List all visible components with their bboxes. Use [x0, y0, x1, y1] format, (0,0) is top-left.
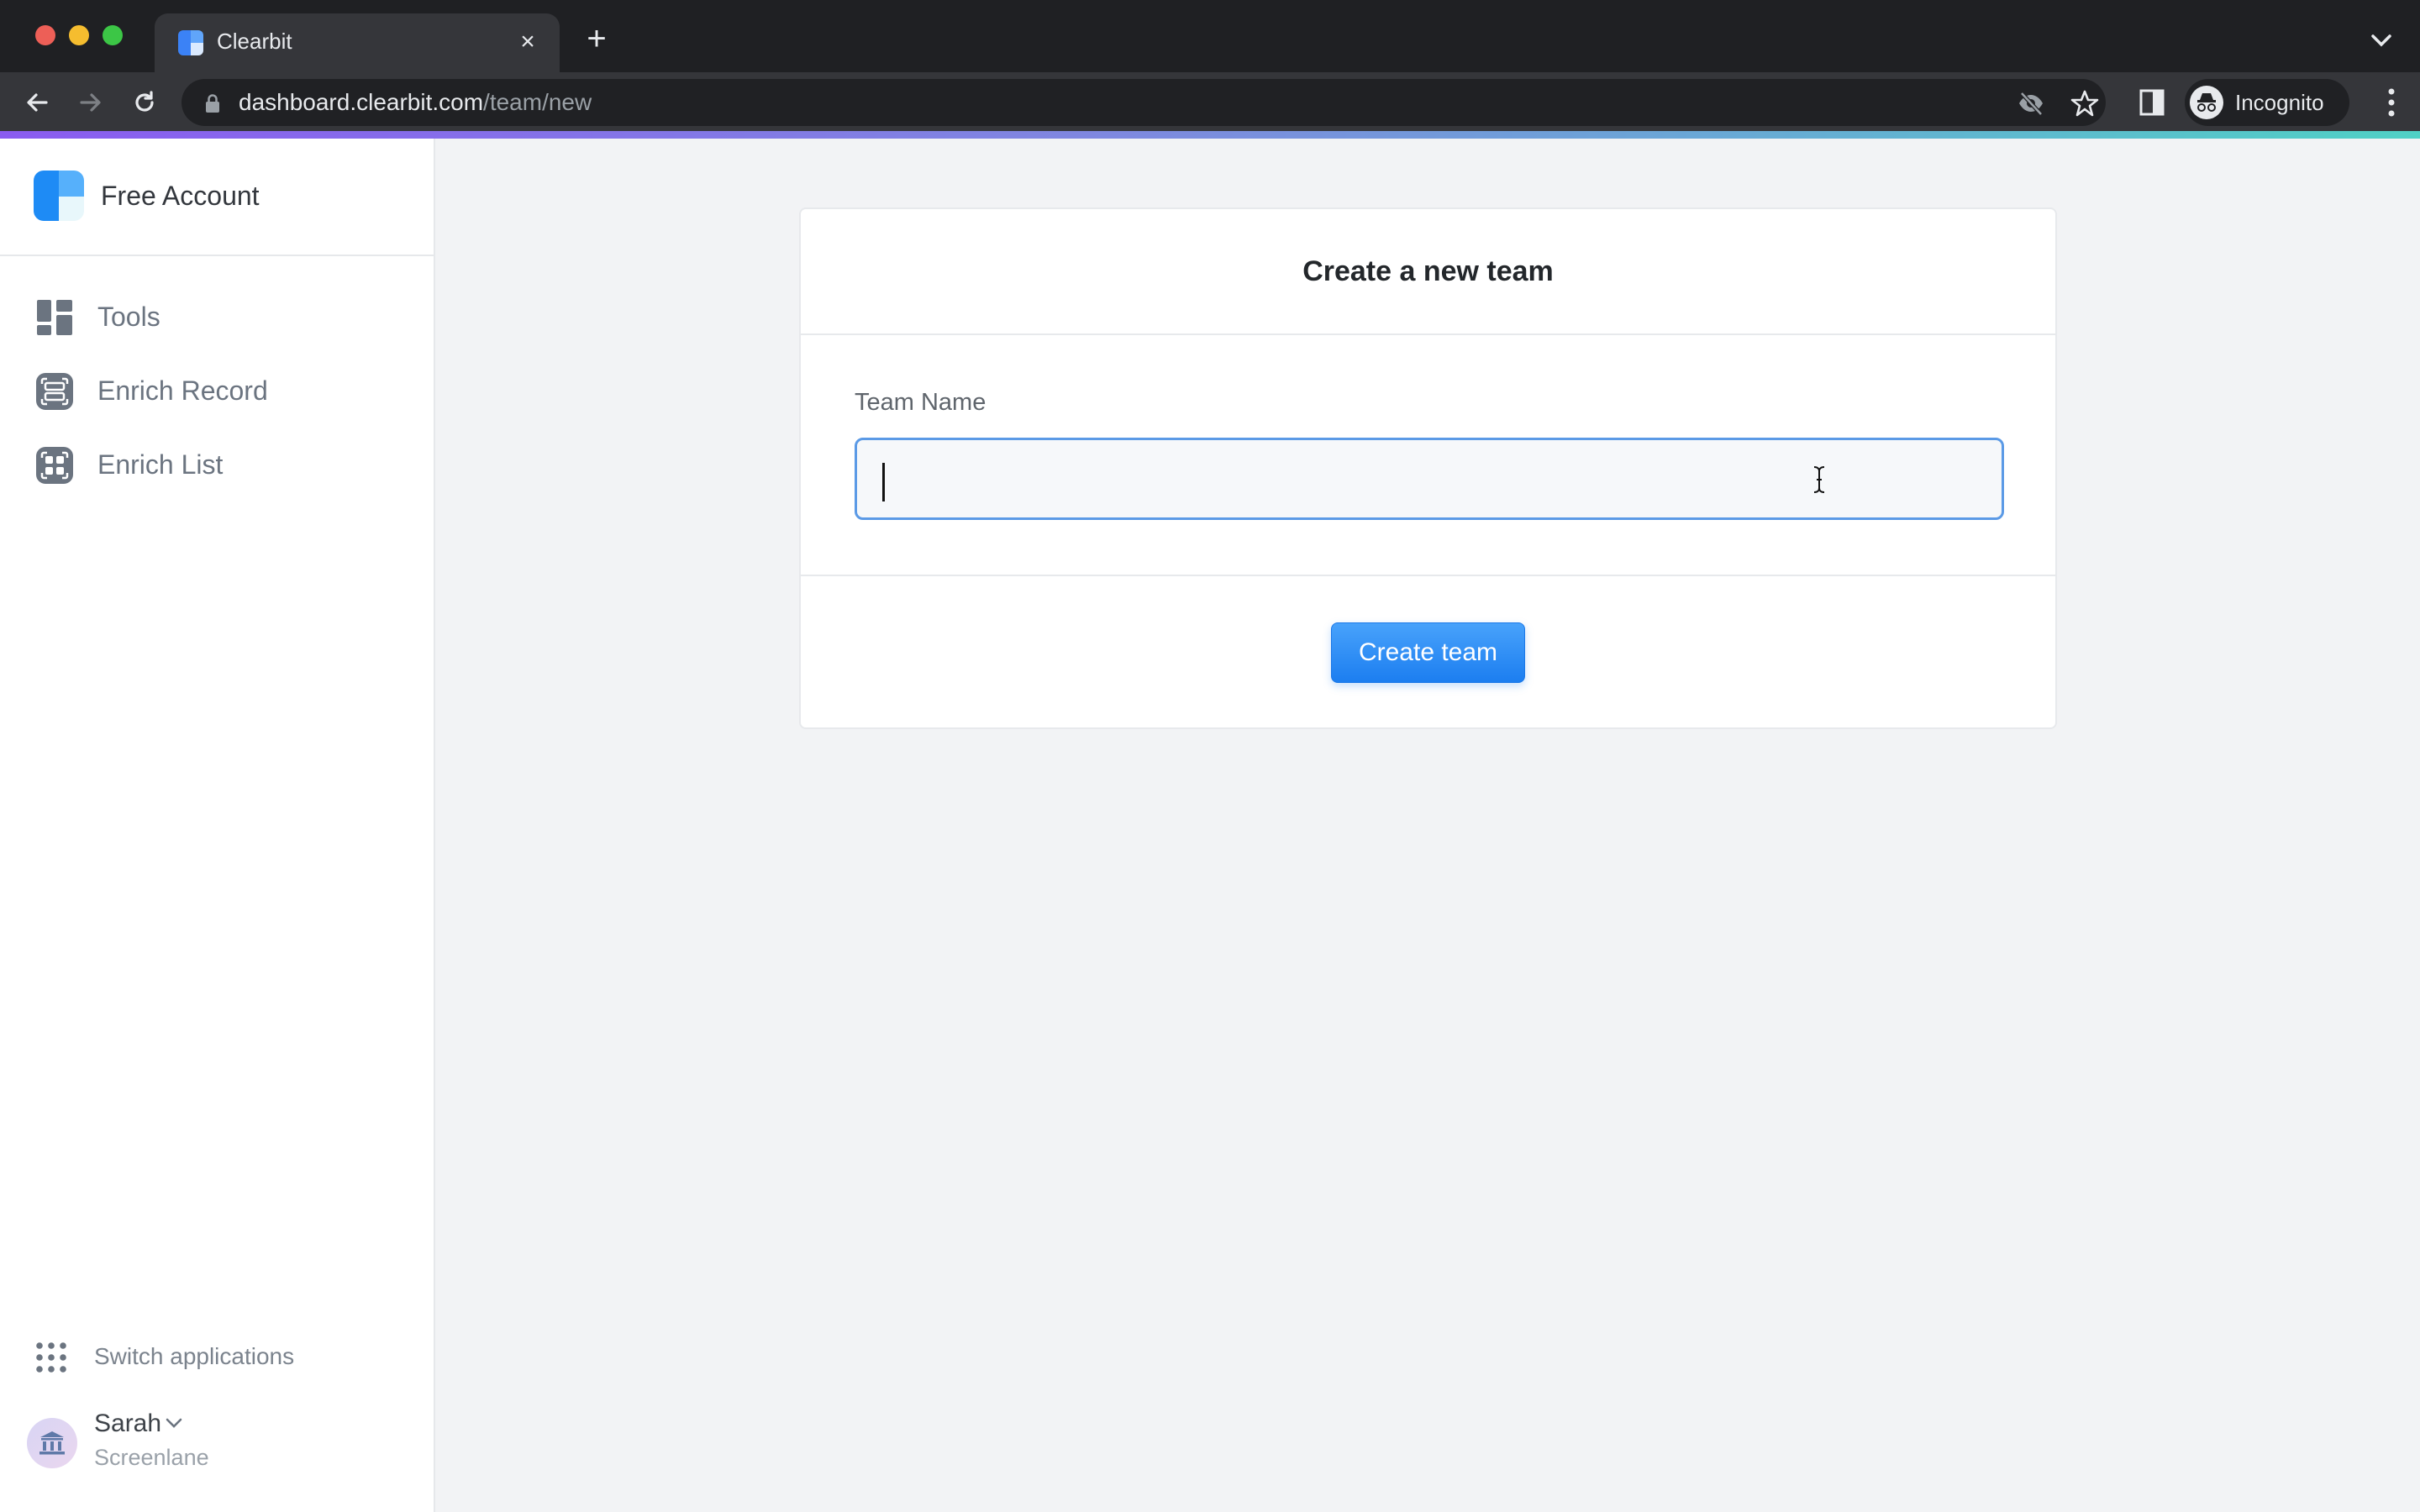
forward-icon [80, 93, 101, 112]
incognito-icon [2190, 86, 2223, 119]
side-panel-icon[interactable] [2139, 89, 2165, 116]
card-body: Team Name [801, 335, 2055, 576]
chevron-down-icon[interactable] [165, 1416, 183, 1430]
eye-off-icon[interactable] [2017, 89, 2045, 118]
card-header: Create a new team [801, 209, 2055, 335]
sidebar-header[interactable]: Free Account [0, 139, 434, 256]
sidebar-item-enrich-list[interactable]: Enrich List [0, 436, 434, 495]
url-path: /team/new [483, 89, 592, 115]
user-menu[interactable]: Sarah Screenlane [0, 1403, 434, 1487]
browser-toolbar: dashboard.clearbit.com/team/new Incognit… [0, 72, 2420, 131]
kebab-menu-icon[interactable] [2386, 87, 2396, 118]
window-zoom-button[interactable] [103, 25, 123, 45]
text-caret [882, 463, 885, 501]
back-icon [27, 93, 48, 112]
account-name: Free Account [101, 181, 260, 211]
avatar [27, 1418, 77, 1468]
sidebar-item-enrich-record[interactable]: Enrich Record [0, 362, 434, 421]
sidebar-item-label: Enrich List [97, 449, 224, 480]
enrich-record-icon [36, 373, 73, 410]
enrich-list-icon [36, 447, 73, 484]
browser-tab-strip: Clearbit × + [0, 0, 2420, 72]
user-name: Sarah [94, 1410, 162, 1437]
switch-applications-label: Switch applications [94, 1343, 295, 1369]
app-page: Free Account Tools Enrich Record Enrich … [0, 139, 2420, 1512]
reload-button[interactable] [126, 84, 163, 121]
window-minimize-button[interactable] [69, 25, 89, 45]
user-organization: Screenlane [94, 1445, 209, 1470]
window-close-button[interactable] [35, 25, 55, 45]
tab-close-icon[interactable]: × [511, 25, 544, 59]
new-tab-button[interactable]: + [578, 22, 615, 59]
app-grid-dots-icon [36, 1342, 66, 1373]
reload-icon [135, 91, 154, 112]
team-name-input[interactable] [855, 438, 2004, 520]
sidebar: Free Account Tools Enrich Record Enrich … [0, 139, 435, 1512]
url-host: dashboard.clearbit.com [239, 89, 484, 115]
tab-search-chevron-icon[interactable] [2365, 24, 2398, 57]
address-bar[interactable]: dashboard.clearbit.com/team/new [182, 79, 2106, 126]
star-icon[interactable] [2070, 89, 2099, 118]
sidebar-item-label: Tools [97, 302, 160, 332]
lock-icon[interactable] [205, 94, 220, 113]
url-text[interactable]: dashboard.clearbit.com/team/new [239, 89, 592, 116]
dashboard-grid-icon [37, 300, 72, 335]
page-title: Create a new team [1302, 255, 1554, 287]
tab-title: Clearbit [217, 29, 292, 54]
sidebar-item-label: Enrich Record [97, 375, 268, 406]
profile-label: Incognito [2235, 90, 2324, 115]
browser-tab-clearbit[interactable]: Clearbit × [155, 13, 560, 72]
create-team-card: Create a new team Team Name Create team [799, 207, 2057, 729]
ibeam-cursor-icon [1813, 466, 1825, 493]
team-name-label: Team Name [855, 389, 986, 416]
brand-gradient-bar [0, 131, 2420, 139]
switch-applications-button[interactable]: Switch applications [0, 1331, 434, 1382]
sidebar-item-tools[interactable]: Tools [0, 288, 434, 347]
clearbit-favicon-icon [178, 30, 203, 55]
create-team-button[interactable]: Create team [1331, 622, 1525, 683]
clearbit-logo-icon [34, 171, 84, 221]
profile-button[interactable]: Incognito [2185, 79, 2349, 126]
bank-icon [39, 1431, 65, 1455]
card-footer: Create team [801, 576, 2055, 729]
back-button[interactable] [18, 84, 55, 121]
forward-button[interactable] [72, 84, 109, 121]
